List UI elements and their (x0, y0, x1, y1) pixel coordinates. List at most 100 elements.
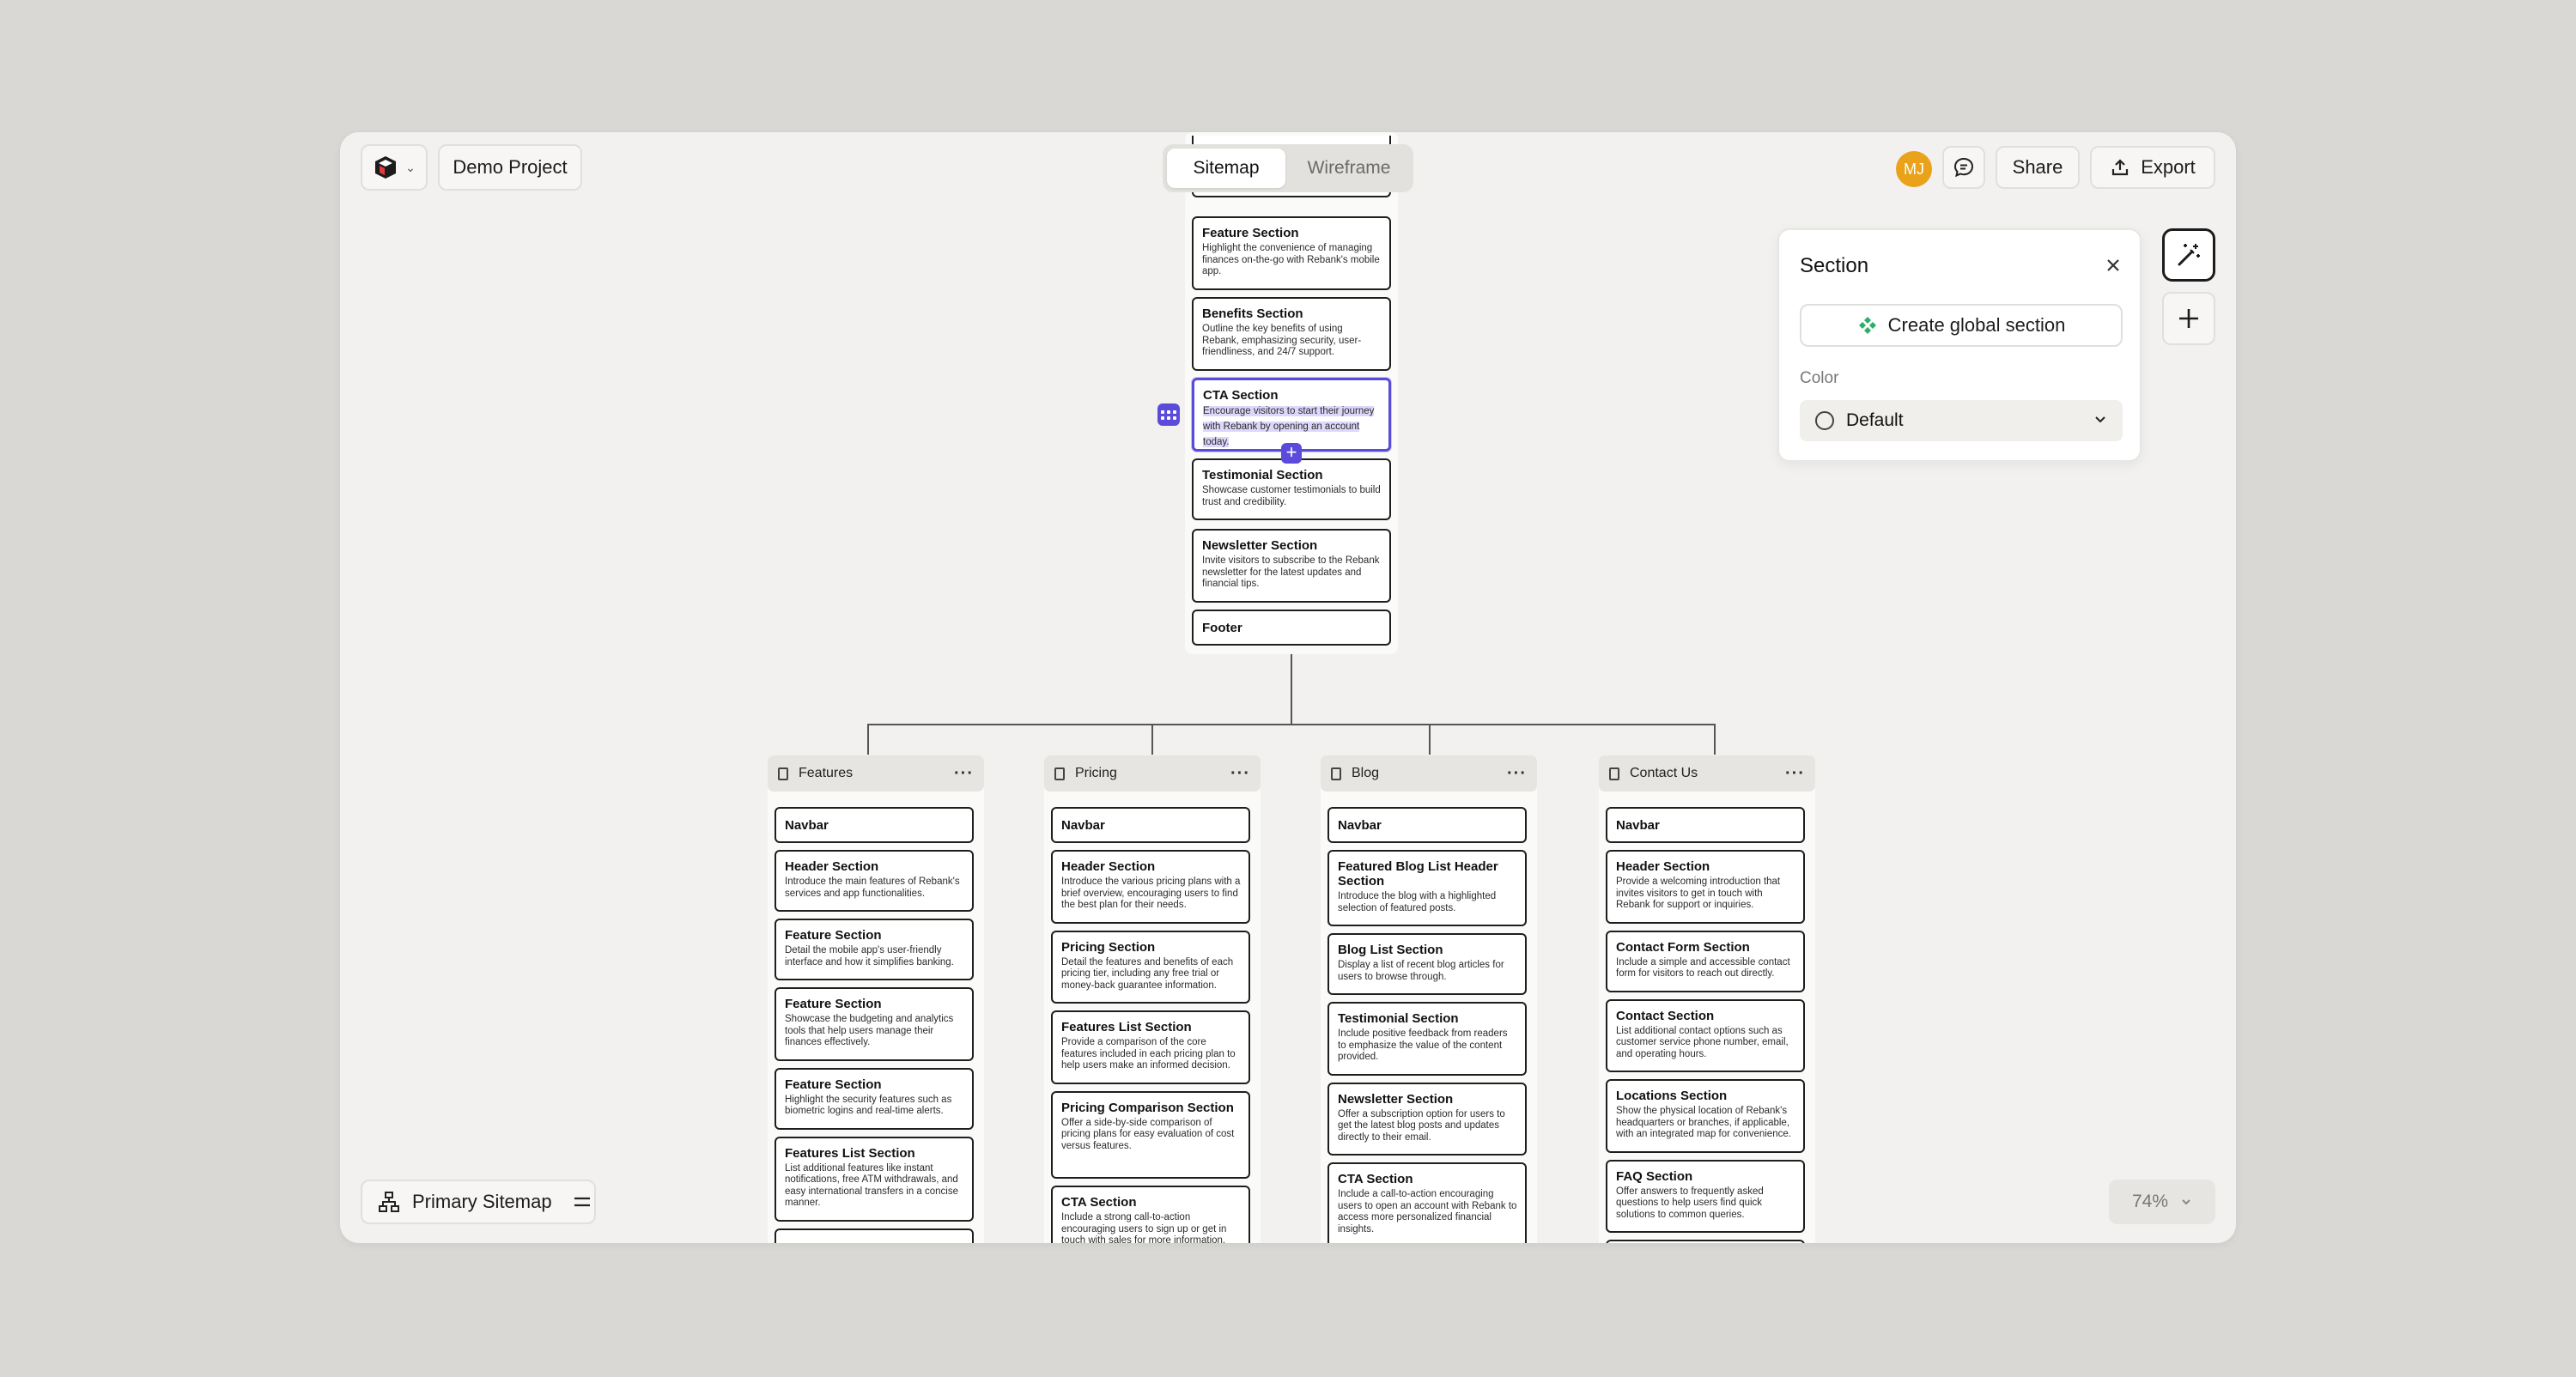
page-icon (1054, 767, 1065, 780)
section-title: Pricing Comparison Section (1061, 1100, 1234, 1115)
sitemap-tree-icon (379, 1192, 399, 1212)
section-description: Include a call-to-action encouraging use… (1338, 1189, 1517, 1234)
section-card[interactable]: Contact Section List additional contact o… (1606, 998, 1805, 1072)
section-card[interactable]: FAQ Section Offer answers to frequently a… (1606, 1159, 1805, 1233)
tab-sitemap[interactable]: Sitemap (1167, 149, 1285, 188)
section-title: Featured Blog List Header Section (1338, 859, 1498, 889)
section-card[interactable]: Newsletter Section Offer a subscription o… (1327, 1082, 1527, 1156)
more-options-icon[interactable]: ··· (1785, 765, 1805, 782)
section-title: Footer (1202, 621, 1242, 635)
project-name: Demo Project (453, 156, 568, 178)
section-description: Include a strong call-to-action encourag… (1061, 1212, 1227, 1243)
color-label: Color (1800, 369, 1839, 387)
section-title: Benefits Section (1202, 306, 1303, 321)
section-description: Highlight the security features such as … (785, 1094, 952, 1117)
section-card[interactable]: Features List Section List additional fea… (775, 1136, 974, 1222)
section-properties-panel: Section Create global section Color Defa… (1777, 228, 2142, 462)
section-card[interactable]: Footer (1192, 610, 1391, 646)
section-card[interactable]: Feature Section Highlight the security fe… (775, 1067, 974, 1130)
global-component-icon (1858, 317, 1876, 334)
section-title: Feature Section (785, 1077, 882, 1092)
section-description: Outline the key benefits of using Rebank… (1202, 324, 1362, 357)
add-section-icon[interactable]: + (1281, 443, 1302, 464)
section-card[interactable]: CTA Section Include a call-to-action enco… (1327, 1162, 1527, 1243)
section-card[interactable]: Feature Section Highlight the convenience… (1192, 216, 1391, 290)
section-card[interactable]: CTA Section Include a strong call-to-acti… (1051, 1186, 1250, 1243)
page-header[interactable]: Pricing ··· (1044, 755, 1261, 792)
section-card[interactable]: Navbar (1327, 807, 1527, 843)
create-global-section-button[interactable]: Create global section (1800, 304, 2123, 347)
section-card[interactable]: Features List Section Provide a compariso… (1051, 1010, 1250, 1084)
section-title: FAQ Section (1616, 1168, 1693, 1184)
section-title: Header Section (1061, 859, 1156, 874)
section-card[interactable]: Feature Section Showcase the budgeting an… (775, 987, 974, 1061)
section-card[interactable]: Contact Form Section Include a simple and… (1606, 930, 1805, 992)
page-header[interactable]: Features ··· (768, 755, 984, 792)
section-card[interactable]: Feature Section Detail the mobile app's u… (775, 919, 974, 980)
page-name: Blog (1352, 766, 1380, 780)
section-description: Show the physical location of Rebank's h… (1616, 1106, 1791, 1139)
ai-edit-button[interactable] (2162, 228, 2215, 282)
section-card[interactable]: Header Section Provide a welcoming introd… (1606, 850, 1805, 924)
section-description: Detail the mobile app's user-friendly in… (785, 945, 954, 968)
zoom-value: 74% (2131, 1192, 2169, 1211)
section-description: Provide a comparison of the core feature… (1061, 1037, 1236, 1071)
more-options-icon[interactable]: ··· (1507, 765, 1527, 782)
section-card[interactable]: Navbar (1606, 807, 1805, 843)
export-button[interactable]: Export (2090, 146, 2215, 189)
section-description: Detail the features and benefits of each… (1061, 956, 1234, 991)
tab-wireframe[interactable]: Wireframe (1289, 149, 1409, 188)
app-menu-button[interactable]: ⌄ (361, 144, 428, 191)
section-title: Header Section (1616, 859, 1710, 874)
section-description: Include positive feedback from readers t… (1338, 1028, 1508, 1062)
section-title: CTA Section (1061, 1195, 1137, 1210)
section-description: Provide a welcoming introduction that in… (1616, 877, 1781, 910)
section-card[interactable]: Featured Blog List Header Section Introdu… (1327, 850, 1527, 926)
section-title: Newsletter Section (1202, 538, 1318, 553)
section-description: List additional contact options such as … (1616, 1025, 1789, 1059)
menu-lines-icon (574, 1197, 590, 1207)
section-description: Highlight the convenience of managing fi… (1202, 243, 1380, 276)
section-card[interactable]: Blog List Section Display a list of recen… (1327, 933, 1527, 995)
project-name-button[interactable]: Demo Project (438, 144, 582, 191)
section-title: Contact Section (1616, 1008, 1715, 1023)
section-card[interactable]: Newsletter Section Invite visitors to sub… (1192, 529, 1391, 603)
section-title: Testimonial Section (1338, 1011, 1459, 1026)
color-select[interactable]: Default (1800, 400, 2123, 441)
panel-title: Section (1800, 254, 1869, 277)
section-card[interactable]: Locations Section Show the physical locat… (1606, 1079, 1805, 1153)
section-card[interactable]: Testimonial Section Showcase customer tes… (1192, 458, 1391, 520)
section-card[interactable] (775, 1228, 974, 1243)
section-title: Navbar (1616, 818, 1660, 833)
close-icon[interactable] (2104, 256, 2123, 275)
drag-handle-icon[interactable] (1157, 403, 1180, 426)
add-button[interactable] (2162, 292, 2215, 345)
section-description: Introduce the blog with a highlighted se… (1338, 891, 1497, 913)
section-card[interactable]: Testimonial Section Include positive feed… (1327, 1002, 1527, 1076)
page-header[interactable]: Contact Us ··· (1599, 755, 1815, 792)
section-card[interactable]: Navbar (1051, 807, 1250, 843)
section-title: Navbar (785, 818, 829, 833)
chevron-down-icon: ⌄ (405, 160, 416, 174)
zoom-control[interactable]: 74% (2109, 1180, 2215, 1224)
section-card[interactable]: Pricing Comparison Section Offer a side-b… (1051, 1090, 1250, 1179)
section-description: Introduce the various pricing plans with… (1061, 877, 1241, 910)
section-title: Header Section (785, 859, 879, 874)
section-card[interactable]: Navbar (775, 807, 974, 843)
color-swatch-icon (1815, 411, 1834, 430)
section-description: Include a simple and accessible contact … (1616, 956, 1790, 980)
avatar[interactable]: MJ (1896, 151, 1932, 187)
share-button[interactable]: Share (1996, 146, 2080, 189)
more-options-icon[interactable]: ··· (1230, 765, 1250, 782)
section-card[interactable]: Pricing Section Detail the features and b… (1051, 930, 1250, 1004)
page-header[interactable]: Blog ··· (1321, 755, 1537, 792)
section-card[interactable]: Header Section Introduce the various pric… (1051, 850, 1250, 924)
section-description: Showcase customer testimonials to build … (1202, 485, 1381, 507)
sitemap-selector[interactable]: Primary Sitemap (361, 1180, 596, 1224)
comments-button[interactable] (1942, 146, 1985, 189)
section-card[interactable] (1606, 1240, 1805, 1243)
section-title: Features List Section (1061, 1020, 1192, 1034)
section-card[interactable]: Header Section Introduce the main feature… (775, 850, 974, 912)
section-card[interactable]: Benefits Section Outline the key benefits… (1192, 297, 1391, 371)
more-options-icon[interactable]: ··· (954, 765, 974, 782)
